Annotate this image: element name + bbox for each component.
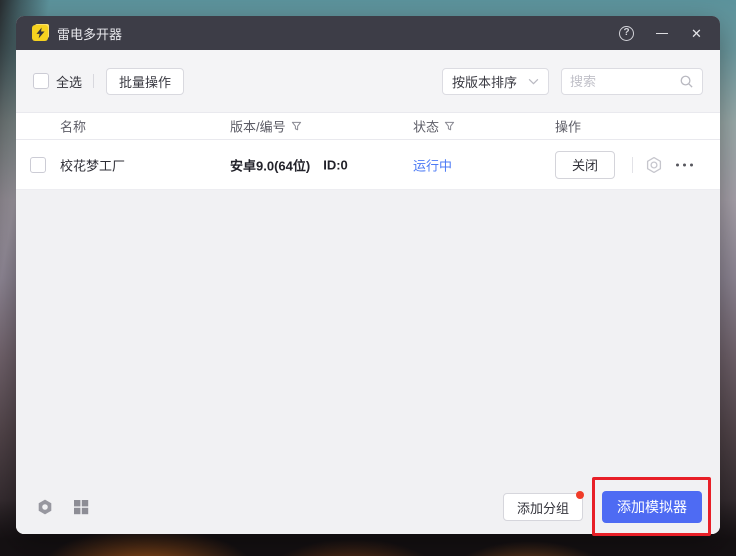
operations-divider [632, 157, 633, 173]
search-icon [679, 74, 694, 89]
filter-icon[interactable] [291, 121, 302, 132]
minimize-icon [656, 33, 668, 34]
close-icon: ✕ [691, 27, 702, 40]
bottom-bar: 添加分组 添加模拟器 [16, 480, 720, 534]
select-all-checkbox[interactable] [33, 73, 49, 89]
search-box[interactable] [561, 68, 703, 95]
add-group-button[interactable]: 添加分组 [503, 493, 583, 521]
notification-dot-badge [576, 491, 584, 499]
search-input[interactable] [570, 74, 679, 89]
emulator-row[interactable]: 校花梦工厂 安卓9.0(64位) ID:0 运行中 关闭 [16, 140, 720, 190]
titlebar[interactable]: 雷电多开器 ? ✕ [16, 16, 720, 50]
help-button[interactable]: ? [619, 26, 634, 41]
row-settings-gear-icon[interactable] [644, 155, 664, 175]
global-settings-gear-icon[interactable] [36, 498, 54, 516]
desktop-background: 雷电多开器 ? ✕ 全选 批量操作 按版本排序 [0, 0, 736, 556]
sort-dropdown-value: 按版本排序 [452, 72, 528, 91]
help-icon: ? [619, 26, 634, 41]
table-header: 名称 版本/编号 状态 操作 [16, 112, 720, 140]
filter-icon[interactable] [444, 121, 455, 132]
sort-dropdown[interactable]: 按版本排序 [442, 68, 549, 95]
batch-operations-button[interactable]: 批量操作 [106, 68, 184, 95]
more-options-icon[interactable] [676, 159, 693, 170]
emulator-version: 安卓9.0(64位) ID:0 [230, 155, 348, 174]
header-status: 状态 [413, 117, 455, 136]
status-badge: 运行中 [413, 155, 452, 174]
minimize-button[interactable] [654, 26, 669, 41]
close-button[interactable]: ✕ [689, 26, 704, 41]
list-empty-area [16, 190, 720, 480]
stop-emulator-button[interactable]: 关闭 [555, 151, 615, 179]
select-all-label[interactable]: 全选 [56, 72, 82, 91]
window-title: 雷电多开器 [57, 24, 122, 43]
header-name: 名称 [60, 117, 86, 136]
toolbar: 全选 批量操作 按版本排序 [16, 50, 720, 112]
toolbar-divider [93, 74, 94, 88]
add-emulator-button[interactable]: 添加模拟器 [602, 491, 702, 523]
grid-view-icon[interactable] [73, 499, 89, 515]
emulator-name: 校花梦工厂 [60, 155, 125, 174]
window-controls: ? ✕ [619, 26, 704, 41]
app-logo-icon [32, 25, 48, 41]
header-version: 版本/编号 [230, 117, 302, 136]
row-checkbox[interactable] [30, 157, 46, 173]
emulator-id: ID:0 [323, 157, 348, 172]
app-window: 雷电多开器 ? ✕ 全选 批量操作 按版本排序 [16, 16, 720, 534]
header-operations: 操作 [555, 117, 581, 136]
chevron-down-icon [528, 78, 539, 85]
